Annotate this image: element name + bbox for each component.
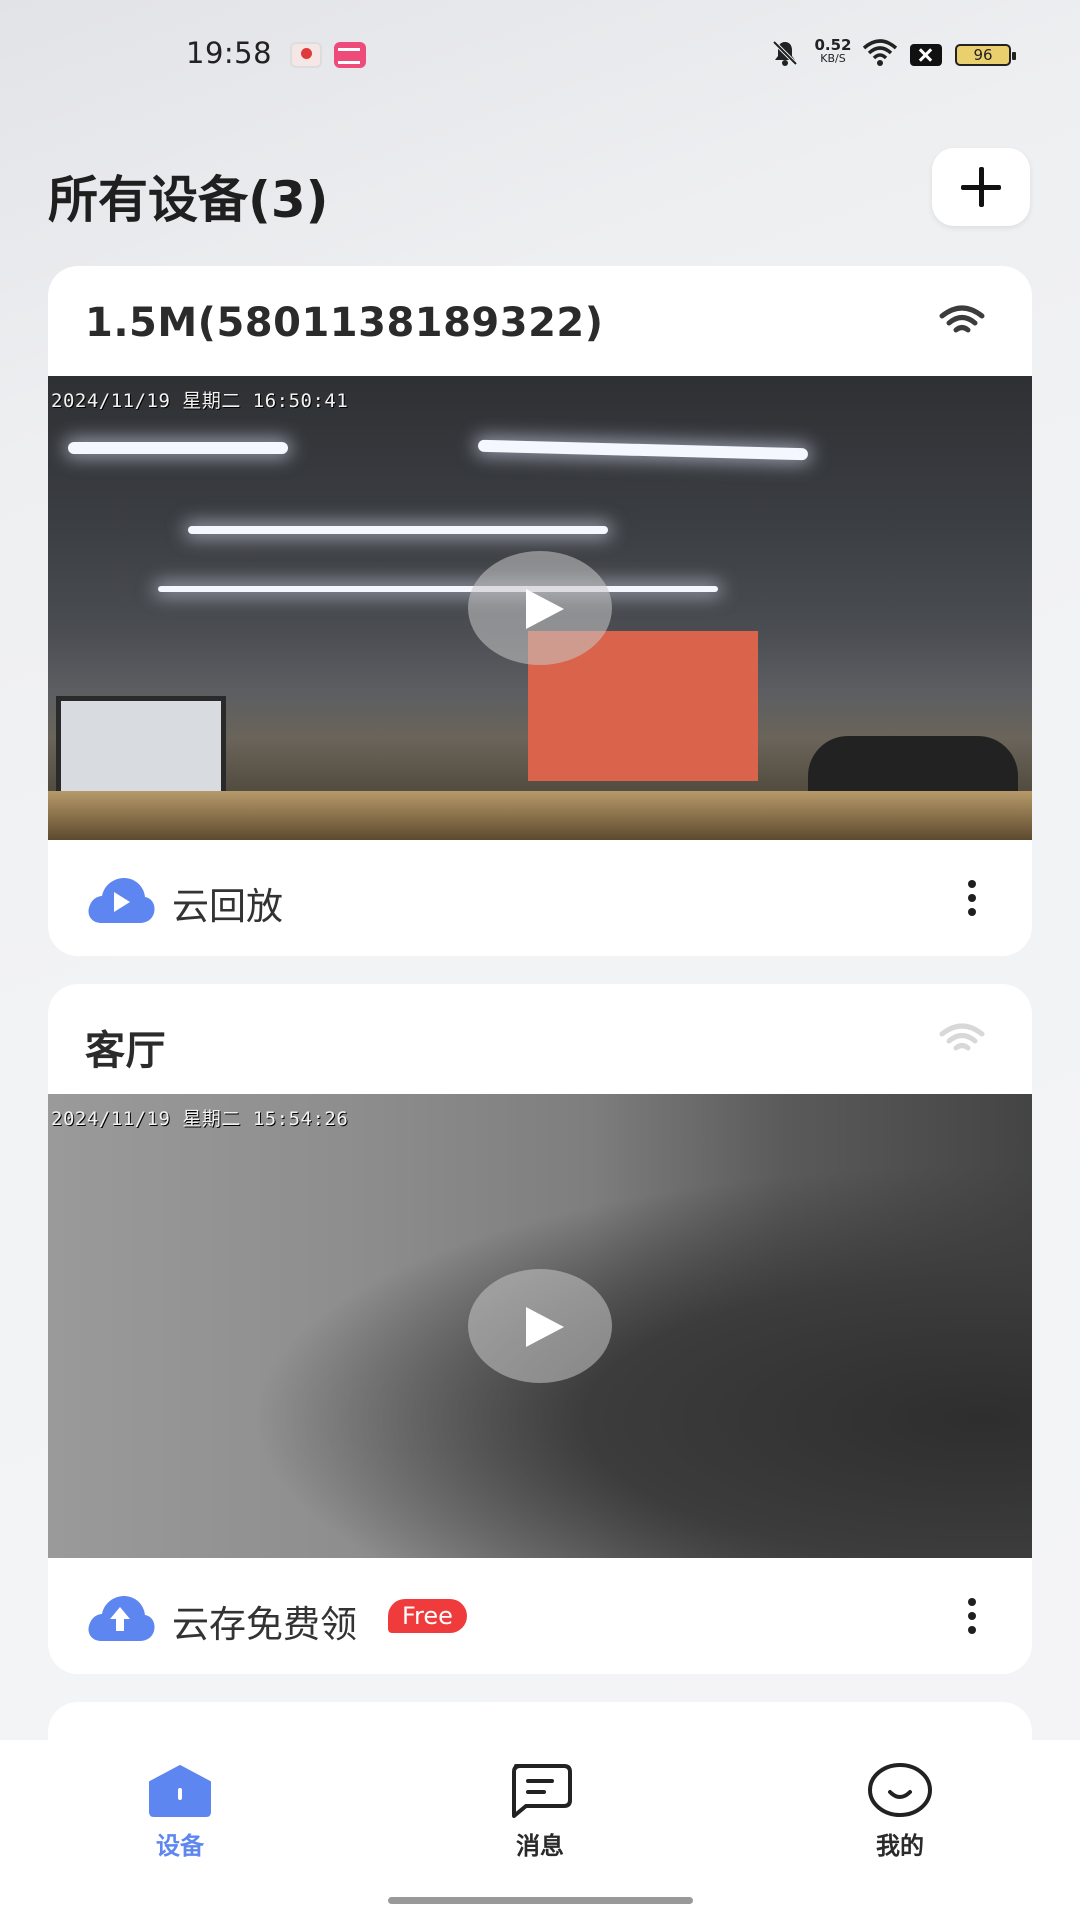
nav-label: 我的 <box>876 1832 924 1860</box>
dot <box>968 894 976 902</box>
cloud-playback-link[interactable]: 云回放 <box>172 876 283 930</box>
status-time: 19:58 <box>186 36 273 70</box>
wifi-signal-icon <box>939 1023 985 1051</box>
video-timestamp: 2024/11/19 星期二 16:50:41 <box>51 390 349 412</box>
nav-item-messages[interactable]: 消息 <box>460 1762 620 1872</box>
free-cloud-storage-link[interactable]: 云存免费领 <box>172 1594 357 1648</box>
ceiling-light <box>188 526 608 534</box>
app-notification-icon <box>334 42 366 68</box>
dot <box>968 1626 976 1634</box>
nav-item-profile[interactable]: 我的 <box>820 1762 980 1872</box>
nav-label: 设备 <box>156 1832 204 1860</box>
dot <box>968 880 976 888</box>
background-scene <box>48 791 1032 840</box>
ceiling-light <box>477 439 809 461</box>
more-options-button[interactable] <box>962 878 982 918</box>
speed-unit: KB/S <box>820 52 846 65</box>
cloud-upload-icon[interactable] <box>84 1593 156 1643</box>
camera-preview[interactable]: 2024/11/19 星期二 16:50:41 <box>48 376 1032 840</box>
mute-bell-icon <box>772 40 798 66</box>
ceiling-light <box>158 586 718 592</box>
bottom-navigation: 设备 消息 我的 <box>0 1740 1080 1920</box>
app-notification-icon <box>290 42 322 68</box>
background-scene <box>56 696 226 796</box>
network-speed: 0.52 KB/S <box>810 38 856 66</box>
cloud-play-icon[interactable] <box>84 875 156 925</box>
camera-preview[interactable]: 2024/11/19 星期二 15:54:26 <box>48 1094 1032 1558</box>
dot <box>968 1598 976 1606</box>
page-title: 所有设备(3) <box>48 171 329 229</box>
wifi-signal-icon <box>939 305 985 333</box>
nav-item-devices[interactable]: 设备 <box>100 1762 260 1872</box>
play-button[interactable] <box>468 551 612 665</box>
device-name: 1.5M(5801138189322) <box>85 300 604 346</box>
device-name: 客厅 <box>85 1028 166 1074</box>
home-icon <box>149 1765 211 1817</box>
device-card-header: 客厅 <box>48 984 1032 1094</box>
device-card-footer: 云存免费领 Free <box>48 1558 1032 1674</box>
home-indicator[interactable] <box>388 1897 693 1904</box>
video-timestamp: 2024/11/19 星期二 15:54:26 <box>51 1108 349 1130</box>
battery-icon: 96 <box>955 44 1016 66</box>
dot <box>968 1612 976 1620</box>
play-button[interactable] <box>468 1269 612 1383</box>
dot <box>968 908 976 916</box>
device-list-screen: 19:58 0.52 KB/S 96 所有设备(3) 1.5M(58011381… <box>0 0 1080 1920</box>
device-card-header: 1.5M(5801138189322) <box>48 266 1032 376</box>
smile-icon <box>868 1763 932 1817</box>
device-card[interactable]: 1.5M(5801138189322) 2024/11/19 星期二 16:50… <box>48 266 1032 956</box>
add-device-button[interactable] <box>932 148 1030 226</box>
more-options-button[interactable] <box>962 1596 982 1636</box>
x-box-icon <box>910 44 942 66</box>
nav-label: 消息 <box>516 1832 564 1860</box>
device-card[interactable]: 客厅 2024/11/19 星期二 15:54:26 云存免费领 Free <box>48 984 1032 1674</box>
free-badge: Free <box>388 1599 467 1633</box>
message-icon <box>512 1764 572 1818</box>
ceiling-light <box>68 442 288 454</box>
status-bar: 19:58 0.52 KB/S 96 <box>0 0 1080 108</box>
device-card-footer: 云回放 <box>48 840 1032 956</box>
wifi-status-icon <box>862 39 898 66</box>
